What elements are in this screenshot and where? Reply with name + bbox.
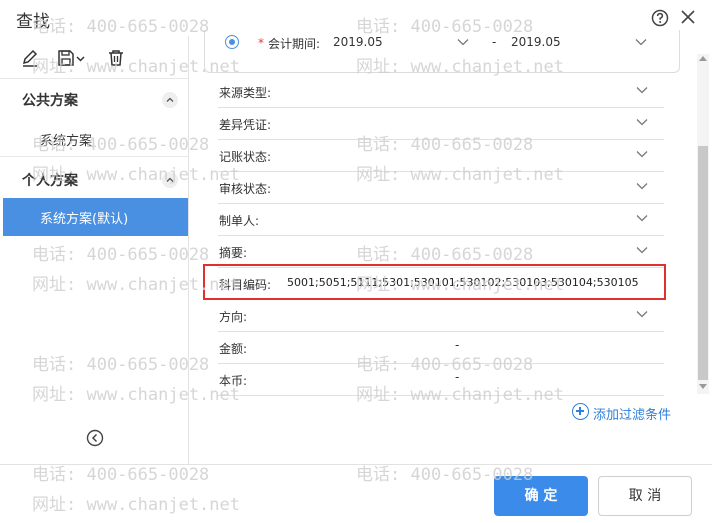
chevron-down-icon[interactable]	[636, 310, 648, 318]
scroll-thumb[interactable]	[698, 146, 708, 380]
scheme-item-label: 系统方案(默认)	[40, 212, 129, 227]
scroll-down-arrow-icon[interactable]	[699, 384, 707, 389]
chevron-down-icon[interactable]	[636, 246, 648, 254]
chevron-down-icon[interactable]	[457, 38, 469, 46]
group-personal-schemes[interactable]: 个人方案	[22, 170, 78, 190]
field-label: 差异凭证:	[219, 118, 272, 132]
field-preparer[interactable]: 制单人:	[218, 204, 664, 236]
toolbar-divider	[0, 78, 189, 79]
field-amount[interactable]: 金额: -	[218, 332, 664, 364]
collapse-left-icon[interactable]	[86, 429, 104, 447]
scrollbar[interactable]	[697, 54, 709, 394]
field-label: 方向:	[219, 310, 248, 324]
scheme-item-system-default[interactable]: 系统方案(默认)	[3, 198, 188, 236]
group-divider	[0, 156, 189, 157]
field-direction[interactable]: 方向:	[218, 300, 664, 332]
accounting-period-card: * 会计期间: 2019.05 - 2019.05	[204, 30, 680, 73]
dialog-footer: 确 定 取 消	[0, 464, 712, 523]
plus-circle-icon	[572, 403, 589, 420]
field-audit-status[interactable]: 审核状态:	[218, 172, 664, 204]
field-posting-status[interactable]: 记账状态:	[218, 140, 664, 172]
scroll-up-arrow-icon[interactable]	[699, 56, 707, 61]
field-label: 记账状态:	[219, 150, 272, 164]
cancel-button[interactable]: 取 消	[598, 476, 692, 516]
close-icon[interactable]	[680, 9, 696, 25]
chevron-up-icon[interactable]	[162, 92, 178, 108]
period-separator: -	[492, 35, 497, 49]
field-source-type[interactable]: 来源类型:	[218, 76, 664, 108]
required-mark: *	[258, 36, 264, 50]
add-filter-label: 添加过滤条件	[593, 408, 672, 423]
field-label: 来源类型:	[219, 86, 272, 100]
field-diff-voucher[interactable]: 差异凭证:	[218, 108, 664, 140]
scheme-item-system[interactable]: 系统方案	[40, 130, 92, 149]
range-separator: -	[455, 370, 460, 384]
period-label: 会计期间:	[268, 37, 321, 51]
ok-button[interactable]: 确 定	[494, 476, 588, 516]
edit-icon[interactable]	[20, 48, 40, 68]
chevron-down-icon[interactable]	[636, 150, 648, 158]
filter-panel: * 会计期间: 2019.05 - 2019.05 来源类型: 差异凭证: 记账…	[190, 30, 712, 464]
chevron-up-icon[interactable]	[162, 172, 178, 188]
field-label: 制单人:	[219, 214, 260, 228]
chevron-down-icon[interactable]	[636, 118, 648, 126]
dialog-title: 查找	[16, 12, 50, 32]
range-separator: -	[455, 338, 460, 352]
help-icon[interactable]	[651, 9, 669, 27]
scheme-sidebar: 公共方案 系统方案 个人方案 系统方案(默认)	[0, 36, 189, 464]
period-radio[interactable]	[225, 35, 239, 49]
field-label: 金额:	[219, 342, 248, 356]
highlight-box	[203, 264, 666, 300]
group-public-schemes[interactable]: 公共方案	[22, 90, 78, 110]
field-label: 摘要:	[219, 246, 248, 260]
chevron-down-icon[interactable]	[636, 86, 648, 94]
chevron-down-icon[interactable]	[635, 38, 647, 46]
period-from-select[interactable]: 2019.05	[333, 35, 383, 49]
field-label: 审核状态:	[219, 182, 272, 196]
chevron-down-icon[interactable]	[636, 214, 648, 222]
chevron-down-icon[interactable]	[636, 182, 648, 190]
period-to-select[interactable]: 2019.05	[511, 35, 561, 49]
field-label: 本币:	[219, 374, 248, 388]
save-icon[interactable]	[56, 48, 86, 68]
field-local-currency[interactable]: 本币: -	[218, 364, 664, 396]
trash-icon[interactable]	[106, 48, 126, 68]
